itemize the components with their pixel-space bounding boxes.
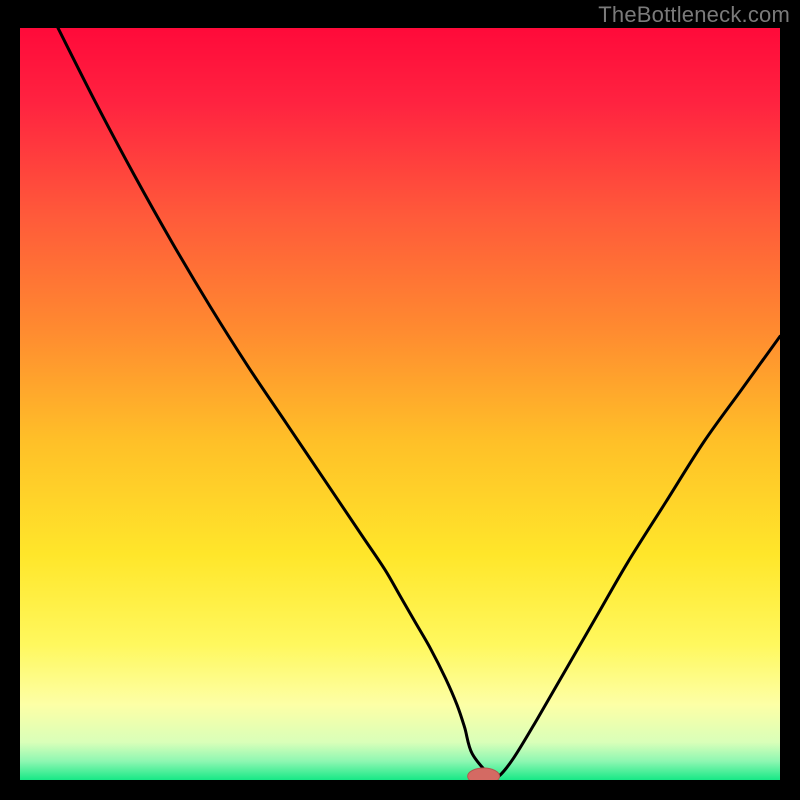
gradient-background <box>20 28 780 780</box>
plot-area <box>20 28 780 780</box>
watermark-text: TheBottleneck.com <box>598 2 790 28</box>
chart-frame: TheBottleneck.com <box>0 0 800 800</box>
bottleneck-chart <box>20 28 780 780</box>
